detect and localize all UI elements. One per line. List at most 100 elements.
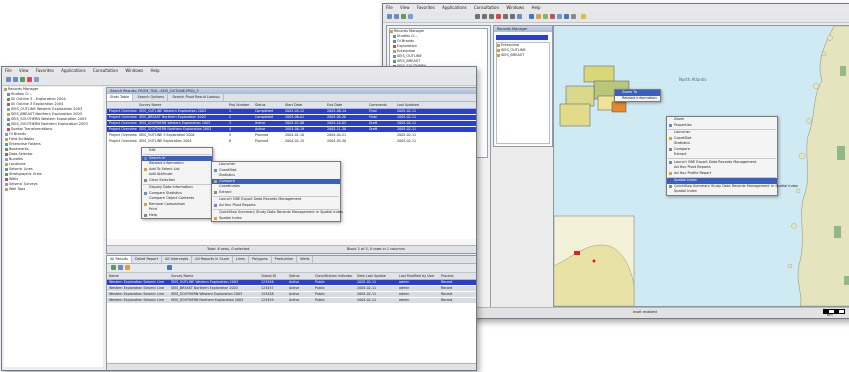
menu-item[interactable]: Properties: [667, 123, 777, 129]
menu-item[interactable]: Extract: [212, 190, 340, 196]
info-icon[interactable]: [564, 14, 569, 19]
table-cell: Record: [441, 298, 453, 302]
column-header[interactable]: Last Updated: [395, 102, 437, 108]
column-header[interactable]: Comments: [367, 102, 395, 108]
globe-icon[interactable]: [529, 14, 534, 19]
menu-applications[interactable]: Applications: [58, 67, 88, 75]
settings-icon[interactable]: [571, 14, 576, 19]
menu-file[interactable]: File: [2, 67, 15, 75]
tab-search-options[interactable]: Search Options: [134, 94, 169, 101]
table-row[interactable]: Project Overview SEIS_OUTLINE Exploration…: [107, 139, 476, 144]
column-header[interactable]: Proj Number: [227, 102, 253, 108]
zoom-in-icon[interactable]: [475, 14, 480, 19]
menu-item[interactable]: Help: [142, 213, 212, 219]
table-row[interactable]: Project Overview SEIS_OUTLINE Western Exp…: [107, 109, 476, 114]
table-cell: 2003-06-01: [285, 115, 305, 119]
menu-view[interactable]: View: [397, 4, 413, 12]
column-header[interactable]: Survey Name: [169, 273, 259, 279]
menu-item-label: Search In: [149, 155, 166, 160]
tab-pivot-lookup[interactable]: Search Pivot Result Lookup: [169, 94, 224, 101]
menu-item[interactable]: Ad Hoc Pivot Reports: [212, 203, 340, 209]
tab-lower[interactable]: Polygons: [249, 256, 272, 263]
layer-list[interactable]: Enterprise SEIS_OUTLINE SEIS_BREAST: [496, 42, 550, 144]
export-icon[interactable]: [118, 265, 123, 270]
search-icon[interactable]: [34, 77, 39, 82]
column-header[interactable]: Status: [287, 273, 313, 279]
table-row[interactable]: Project Overview SEIS_OUTLINE 3 Explorati…: [107, 133, 476, 138]
column-header[interactable]: Status: [253, 102, 283, 108]
table-row[interactable]: Western Exploration Seismic Line SEIS_SOU…: [107, 298, 476, 303]
column-header[interactable]: Last Modified by User: [397, 273, 439, 279]
menu-applications[interactable]: Applications: [439, 4, 469, 12]
tree-item-label: Stratigraphic Units: [9, 172, 42, 176]
column-header[interactable]: Start Date: [283, 102, 325, 108]
forward-icon[interactable]: [13, 77, 18, 82]
tab-lower[interactable]: All Intercepts: [162, 256, 193, 263]
column-header[interactable]: Survey Name: [137, 102, 227, 108]
menu-item[interactable]: Spatial Index: [667, 189, 777, 195]
table-row[interactable]: Western Exploration Seismic Line SEIS_SOU…: [107, 292, 476, 297]
table-cell: 2003-11-30: [327, 127, 347, 131]
export-icon[interactable]: [543, 14, 548, 19]
tab-stats-table[interactable]: Stats Table: [107, 94, 134, 101]
tab-lower[interactable]: Lines: [233, 256, 250, 263]
menu-view[interactable]: View: [16, 67, 32, 75]
column-header[interactable]: Classification Indicator: [313, 273, 355, 279]
tab-lower[interactable]: Production: [272, 256, 298, 263]
menu-item[interactable]: Extract: [667, 152, 777, 158]
print-icon[interactable]: [536, 14, 541, 19]
home-icon[interactable]: [20, 77, 25, 82]
map-canvas[interactable]: North Atlantic Zoom To Related Informati…: [553, 25, 849, 307]
table-row[interactable]: Project Overview SEIS_SOUTHERN Northern E…: [107, 127, 476, 132]
tree-item[interactable]: Well Tops: [4, 187, 103, 192]
home-icon[interactable]: [401, 14, 406, 19]
bookmark-icon[interactable]: [557, 14, 562, 19]
menu-item-icon: [668, 185, 672, 188]
menu-item[interactable]: Spatial Index: [212, 216, 340, 222]
tab-lower[interactable]: All Reports in Scale: [192, 256, 233, 263]
select-icon[interactable]: [496, 14, 501, 19]
zoom-out-icon[interactable]: [482, 14, 487, 19]
table-row[interactable]: Project Overview SEIS_SOUTHERN Western Ex…: [107, 121, 476, 126]
back-icon[interactable]: [6, 77, 11, 82]
layer-item[interactable]: SEIS_BREAST: [497, 53, 549, 58]
menu-windows[interactable]: Windows: [503, 4, 527, 12]
column-header[interactable]: Global ID: [259, 273, 287, 279]
filter-icon[interactable]: [550, 14, 555, 19]
tab-lower[interactable]: All Results: [107, 256, 133, 263]
tab-lower[interactable]: Detail Report: [132, 256, 163, 263]
menu-item[interactable]: Clear Selection: [142, 178, 212, 184]
menu-file[interactable]: File: [383, 4, 396, 12]
column-header[interactable]: End Date: [325, 102, 367, 108]
menu-windows[interactable]: Windows: [122, 67, 146, 75]
refresh-icon[interactable]: [27, 77, 32, 82]
refresh-icon[interactable]: [408, 14, 413, 19]
table-row[interactable]: Western Exploration Seismic Line SEIS_OUT…: [107, 280, 476, 285]
column-header[interactable]: Process: [439, 273, 471, 279]
selected-layer-row[interactable]: [496, 35, 548, 40]
map-icon[interactable]: [167, 265, 172, 270]
menu-favorites[interactable]: Favorites: [33, 67, 57, 75]
column-header[interactable]: Name: [107, 273, 169, 279]
table-row[interactable]: Western Exploration Seismic Line SEIS_BRE…: [107, 286, 476, 291]
forward-icon[interactable]: [394, 14, 399, 19]
identify-icon[interactable]: [503, 14, 508, 19]
menu-item[interactable]: Edit: [142, 148, 212, 154]
print-icon[interactable]: [125, 265, 130, 270]
back-icon[interactable]: [387, 14, 392, 19]
menu-help[interactable]: Help: [528, 4, 543, 12]
menu-consultation[interactable]: Consultation: [90, 67, 121, 75]
table-row[interactable]: Project Overview SEIS_BREAST Northern Exp…: [107, 115, 476, 120]
measure-icon[interactable]: [510, 14, 515, 19]
column-header[interactable]: Date Last Update: [355, 273, 397, 279]
layers-icon[interactable]: [517, 14, 522, 19]
menu-favorites[interactable]: Favorites: [414, 4, 438, 12]
pan-icon[interactable]: [489, 14, 494, 19]
menu-consultation[interactable]: Consultation: [471, 4, 502, 12]
menu-item[interactable]: Ad Hoc Profile Report: [667, 171, 777, 177]
tab-lower[interactable]: Wells: [297, 256, 314, 263]
menu-help[interactable]: Help: [147, 67, 162, 75]
filter-icon[interactable]: [111, 265, 116, 270]
popup-related-item[interactable]: Related Information: [615, 96, 660, 102]
help-icon[interactable]: [581, 14, 586, 19]
